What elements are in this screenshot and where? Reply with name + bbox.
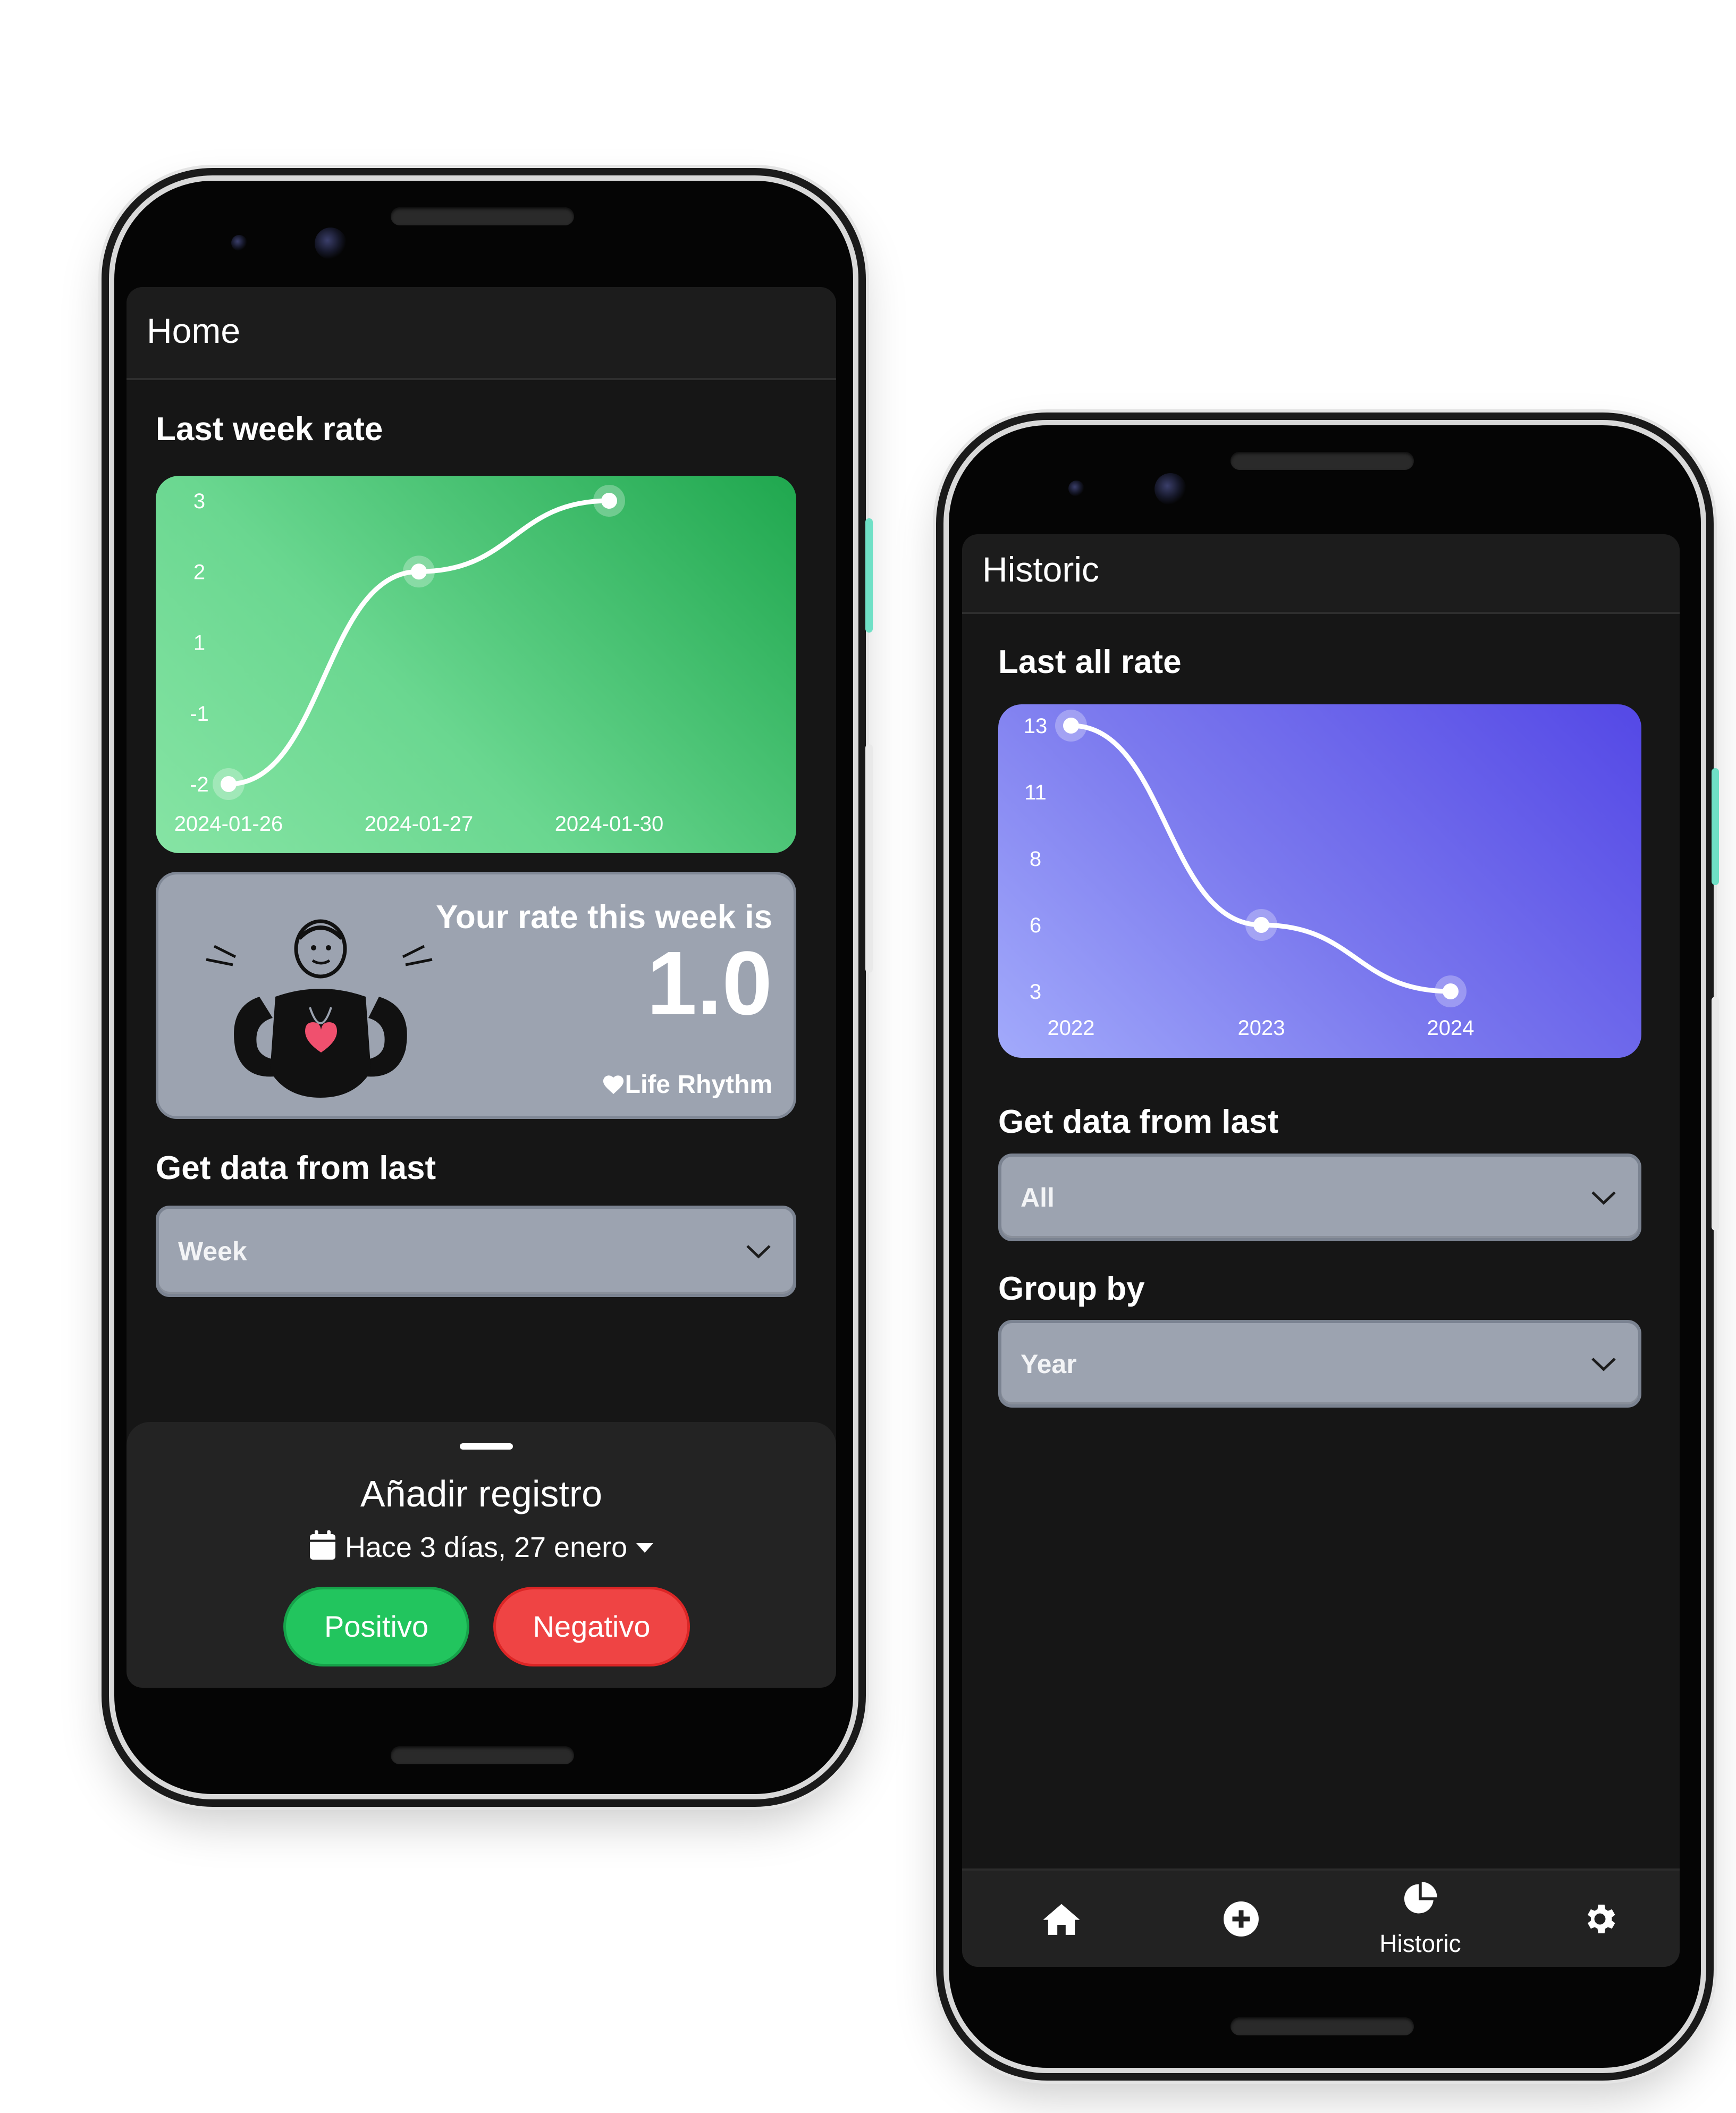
brand-tag: Life Rhythm	[602, 1070, 772, 1099]
chart-section-label: Last all rate	[998, 644, 1182, 680]
nav-settings[interactable]	[1547, 1871, 1653, 1967]
volume-button	[865, 744, 873, 973]
data-point	[601, 493, 617, 509]
y-tick-label: 11	[1024, 781, 1047, 804]
chevron-down-icon	[1591, 1357, 1616, 1371]
app-bar: Historic	[962, 534, 1680, 614]
filter-label: Get data from last	[998, 1104, 1279, 1140]
y-tick-label: 6	[1030, 914, 1041, 937]
bottom-speaker	[1231, 2017, 1414, 2035]
earpiece-speaker	[1231, 452, 1414, 470]
all-rate-chart: 13 11 8 6 3 2022 2023 2024	[998, 704, 1641, 1058]
period-select-value: All	[1021, 1182, 1055, 1213]
page-title: Home	[147, 311, 241, 350]
y-tick-label: -2	[190, 773, 209, 796]
pie-chart-icon	[1404, 1882, 1437, 1914]
x-tick-label: 2024-01-27	[365, 812, 474, 836]
bottom-speaker	[391, 1746, 574, 1764]
y-tick-label: 8	[1030, 847, 1041, 871]
page-title: Historic	[982, 550, 1100, 589]
data-point	[1063, 718, 1079, 734]
chevron-down-icon	[1591, 1191, 1616, 1205]
all-rate-chart-svg: 13 11 8 6 3 2022 2023 2024	[1024, 710, 1474, 1040]
chevron-down-icon	[746, 1245, 771, 1259]
x-tick-label: 2024-01-26	[174, 812, 283, 836]
data-point	[1443, 983, 1459, 999]
group-select[interactable]: Year	[998, 1320, 1641, 1408]
x-tick-label: 2024-01-30	[555, 812, 664, 836]
data-point	[1253, 917, 1269, 933]
data-point	[221, 776, 237, 792]
front-camera	[1154, 473, 1186, 505]
home-icon	[1043, 1904, 1080, 1935]
y-tick-label: 3	[193, 490, 205, 513]
nav-add[interactable]	[1188, 1871, 1294, 1967]
settings-icon	[1587, 1905, 1615, 1933]
home-screen: Home Last week rate 3 2 1 -1 -2 2024-01-26 202…	[127, 287, 836, 1688]
y-tick-label: 3	[1030, 980, 1041, 1004]
power-button	[1712, 768, 1719, 885]
week-rate-chart-svg: 3 2 1 -1 -2 2024-01-26 2024-01-27 2024-01-30	[174, 485, 664, 836]
y-tick-label: 1	[193, 632, 205, 655]
volume-button	[1712, 997, 1719, 1231]
front-camera	[1068, 481, 1084, 496]
person-holding-heart-illustration	[206, 919, 433, 1098]
nav-historic[interactable]: Historic	[1367, 1871, 1473, 1967]
week-rate-chart: 3 2 1 -1 -2 2024-01-26 2024-01-27 2024-01-30	[156, 476, 796, 853]
sheet-title: Añadir registro	[360, 1473, 603, 1514]
period-select[interactable]: All	[998, 1154, 1641, 1241]
date-text: Hace 3 días, 27 enero	[344, 1531, 628, 1563]
caret-down-icon	[636, 1543, 654, 1553]
nav-home[interactable]	[1008, 1871, 1115, 1967]
calendar-icon	[309, 1530, 335, 1560]
earpiece-speaker	[391, 207, 574, 225]
x-tick-label: 2023	[1238, 1016, 1285, 1040]
series-line	[226, 498, 612, 787]
y-tick-label: -1	[190, 702, 209, 726]
y-tick-label: 13	[1024, 714, 1048, 738]
period-select[interactable]: Week	[156, 1206, 796, 1297]
historic-screen: Historic Last all rate 13 11 8 6 3 2022 2023 20…	[962, 534, 1680, 1967]
weekly-rate-value: 1.0	[646, 933, 772, 1034]
nav-historic-label: Historic	[1379, 1930, 1461, 1957]
sheet-drag-handle[interactable]	[460, 1443, 513, 1450]
negative-button[interactable]: Negativo	[493, 1587, 690, 1666]
bottom-navigation: Historic	[962, 1868, 1680, 1967]
y-tick-label: 2	[193, 560, 205, 584]
group-select-value: Year	[1021, 1349, 1077, 1379]
chart-section-label: Last week rate	[156, 411, 383, 448]
add-circle-icon	[1224, 1901, 1259, 1937]
period-select-value: Week	[178, 1236, 247, 1266]
x-tick-label: 2022	[1048, 1016, 1095, 1040]
data-point	[411, 563, 427, 580]
front-camera	[231, 235, 247, 251]
filter-label: Get data from last	[156, 1150, 436, 1186]
power-button	[865, 518, 873, 633]
rate-card: Your rate this week is 1.0 Life Rhythm	[156, 872, 796, 1119]
positive-button[interactable]: Positivo	[283, 1587, 469, 1666]
rate-card-heading: Your rate this week is	[436, 899, 772, 936]
app-bar: Home	[127, 287, 836, 380]
brand-name: Life Rhythm	[625, 1071, 772, 1099]
group-label: Group by	[998, 1270, 1145, 1307]
x-tick-label: 2024	[1427, 1016, 1474, 1040]
series-line	[1068, 723, 1453, 994]
add-record-sheet: Añadir registro Hace 3 días, 27 enero Po…	[127, 1422, 836, 1688]
heart-icon	[603, 1075, 623, 1095]
front-camera	[315, 228, 347, 259]
date-picker[interactable]: Hace 3 días, 27 enero	[127, 1529, 836, 1564]
